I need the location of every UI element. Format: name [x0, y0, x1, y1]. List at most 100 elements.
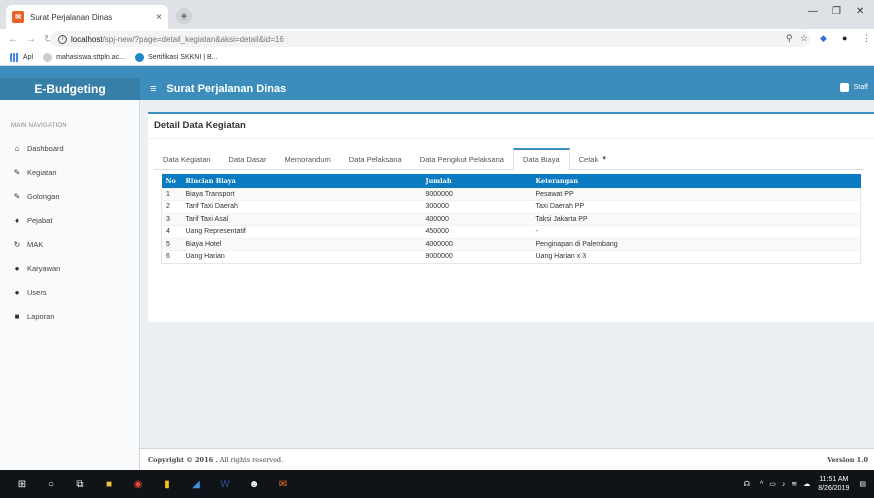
table-row: 3 Tarif Taxi Asal 400000 Taksi Jakarta P… [161, 212, 861, 226]
wifi-icon[interactable]: ≋ [791, 480, 797, 488]
table-row: 5 Biaya Hotel 4000000 Penginapan di Pale… [161, 237, 861, 251]
caret-down-icon: ▼ [601, 156, 608, 162]
clock[interactable]: 11:51 AM 8/26/2019 [818, 475, 849, 493]
column-header-no: No [161, 174, 182, 188]
info-icon[interactable]: i [58, 34, 67, 44]
detail-box: Detail Data Kegiatan Data Kegiatan Data … [148, 112, 874, 322]
address-toolbar: ← → ↻ i localhost/spj-new/?page=detail_k… [0, 29, 874, 49]
new-tab-button[interactable]: + [176, 8, 192, 24]
folder-icon: ■ [14, 311, 20, 321]
tab-close-icon[interactable]: × [156, 12, 162, 23]
globe-icon [43, 52, 53, 62]
maximize-icon[interactable]: ❐ [832, 6, 841, 17]
xampp-icon[interactable]: ✉ [276, 477, 290, 491]
tab-memorandum[interactable]: Memorandum [275, 148, 339, 170]
tab-data-pelaksana[interactable]: Data Pelaksana [340, 148, 411, 170]
chevron-up-icon[interactable]: ^ [760, 481, 763, 488]
back-icon[interactable]: ← [8, 34, 18, 45]
profile-avatar-icon[interactable]: ● [842, 33, 847, 43]
close-window-icon[interactable]: ✕ [856, 6, 864, 17]
box-title: Detail Data Kegiatan [154, 120, 246, 131]
browser-menu-icon[interactable]: ⋮ [862, 33, 871, 44]
version-text: Version 1.0 [827, 455, 868, 464]
extension-icon[interactable]: ◆ [820, 33, 827, 44]
people-icon[interactable]: ☊ [744, 480, 750, 488]
table-row: 2 Tarif Taxi Daerah 300000 Taxi Daerah P… [161, 200, 861, 213]
box-divider [148, 138, 874, 139]
tab-data-kegiatan[interactable]: Data Kegiatan [154, 148, 220, 170]
detail-tabs: Data Kegiatan Data Dasar Memorandum Data… [154, 148, 864, 170]
volume-icon[interactable]: ♪ [782, 481, 786, 488]
search-icon[interactable]: ○ [44, 477, 58, 491]
bookmark-star-icon[interactable]: ☆ [800, 33, 808, 44]
sidebar-item-kegiatan[interactable]: ✎ Kegiatan [0, 160, 139, 184]
file-explorer-icon[interactable]: ■ [102, 477, 116, 491]
powerbi-icon[interactable]: ▮ [160, 477, 174, 491]
app-header-strip [0, 66, 874, 78]
word-icon[interactable]: W [218, 477, 232, 491]
table-row: 4 Uang Representatif 450000 - [161, 225, 861, 238]
forward-icon[interactable]: → [26, 34, 36, 45]
page-title: Surat Perjalanan Dinas [166, 83, 287, 95]
user-name: Staff [853, 84, 868, 91]
bookmark-apps[interactable]: Apl [10, 52, 33, 62]
apps-grid-icon [10, 52, 19, 62]
xampp-favicon-icon: ✉ [12, 11, 24, 23]
users-icon: ● [14, 263, 20, 273]
bookmark-sertifikasi[interactable]: Sertifikasi SKKNI | B... [135, 52, 218, 62]
tab-data-dasar[interactable]: Data Dasar [220, 148, 276, 170]
users-icon: ● [14, 287, 20, 297]
copyright-text: Copyright © 2016 . All rights reserved. [148, 455, 284, 464]
top-navbar: ≡ Surat Perjalanan Dinas Staff [140, 78, 874, 100]
browser-tab-bar: ✉ Surat Perjalanan Dinas × + — ❐ ✕ [0, 0, 874, 29]
sidebar-item-karyawan[interactable]: ● Karyawan [0, 256, 139, 280]
bookmark-mahasiswa[interactable]: mahasiswa.sttpln.ac... [43, 52, 125, 62]
refresh-icon: ↻ [13, 239, 21, 249]
sidebar-header: MAIN NAVIGATION [11, 123, 67, 129]
sidebar-toggle-icon[interactable]: ≡ [150, 83, 156, 95]
sidebar: MAIN NAVIGATION ⌂ Dashboard ✎ Kegiatan ✎… [0, 100, 140, 470]
zoom-icon[interactable]: ⚲ [786, 33, 793, 44]
url-path: /spj-new/?page=detail_kegiatan&aksi=deta… [102, 34, 284, 44]
sidebar-item-dashboard[interactable]: ⌂ Dashboard [0, 136, 139, 160]
edit-icon: ✎ [13, 191, 21, 201]
sidebar-item-laporan[interactable]: ■ Laporan [0, 304, 139, 328]
url-input[interactable]: i localhost/spj-new/?page=detail_kegiata… [50, 31, 810, 47]
app-icon[interactable]: ◢ [189, 477, 203, 491]
table-header-row: No Rincian Biaya Jumlah Keterangan [161, 174, 861, 188]
windows-taskbar: ⊞ ○ ⧉ ■ ◉ ▮ ◢ W ☻ ✉ ☊ ^ ▭ ♪ ≋ ☁ 11:51 AM… [0, 470, 874, 498]
sidebar-item-mak[interactable]: ↻ MAK [0, 232, 139, 256]
tab-title: Surat Perjalanan Dinas [30, 12, 113, 22]
column-header-jumlah: Jumlah [421, 174, 532, 188]
tab-data-pengikut-pelaksana[interactable]: Data Pengikut Pelaksana [411, 148, 513, 170]
task-view-icon[interactable]: ⧉ [73, 477, 87, 491]
windows-start-icon[interactable]: ⊞ [15, 477, 29, 491]
tab-data-biaya[interactable]: Data Biaya [512, 148, 570, 170]
page-footer: Copyright © 2016 . All rights reserved. … [140, 448, 874, 470]
browser-tab[interactable]: ✉ Surat Perjalanan Dinas × [6, 5, 168, 29]
app-icon[interactable]: ☻ [247, 477, 261, 491]
column-header-keterangan: Keterangan [531, 174, 861, 188]
column-header-rincian: Rincian Biaya [181, 174, 422, 188]
edit-icon: ✎ [13, 167, 21, 177]
onedrive-icon[interactable]: ☁ [803, 480, 810, 488]
biaya-table: No Rincian Biaya Jumlah Keterangan 1 Bia… [161, 174, 861, 264]
sidebar-item-golongan[interactable]: ✎ Golongan [0, 184, 139, 208]
chrome-icon[interactable]: ◉ [131, 477, 145, 491]
tab-cetak-dropdown[interactable]: Cetak ▼ [570, 148, 617, 170]
edge-icon [135, 52, 144, 62]
sidebar-item-users[interactable]: ● Users [0, 280, 139, 304]
url-host: localhost [71, 34, 103, 44]
user-menu[interactable]: Staff [839, 83, 868, 92]
system-tray: ☊ ^ ▭ ♪ ≋ ☁ 11:51 AM 8/26/2019 ▤ [744, 470, 866, 498]
table-row: 1 Biaya Transport 9000000 Pesawat PP [161, 187, 861, 201]
user-icon [839, 83, 849, 92]
battery-icon[interactable]: ▭ [769, 480, 776, 488]
table-row: 6 Uang Harian 9000000 Uang Harian x 3 [161, 250, 861, 263]
thumbs-up-icon: ♦ [14, 215, 20, 225]
app-logo[interactable]: E-Budgeting [0, 78, 140, 100]
minimize-icon[interactable]: — [808, 6, 818, 17]
sidebar-item-pejabat[interactable]: ♦ Pejabat [0, 208, 139, 232]
notifications-icon[interactable]: ▤ [859, 480, 866, 488]
bookmarks-bar: Apl mahasiswa.sttpln.ac... Sertifikasi S… [0, 49, 874, 66]
